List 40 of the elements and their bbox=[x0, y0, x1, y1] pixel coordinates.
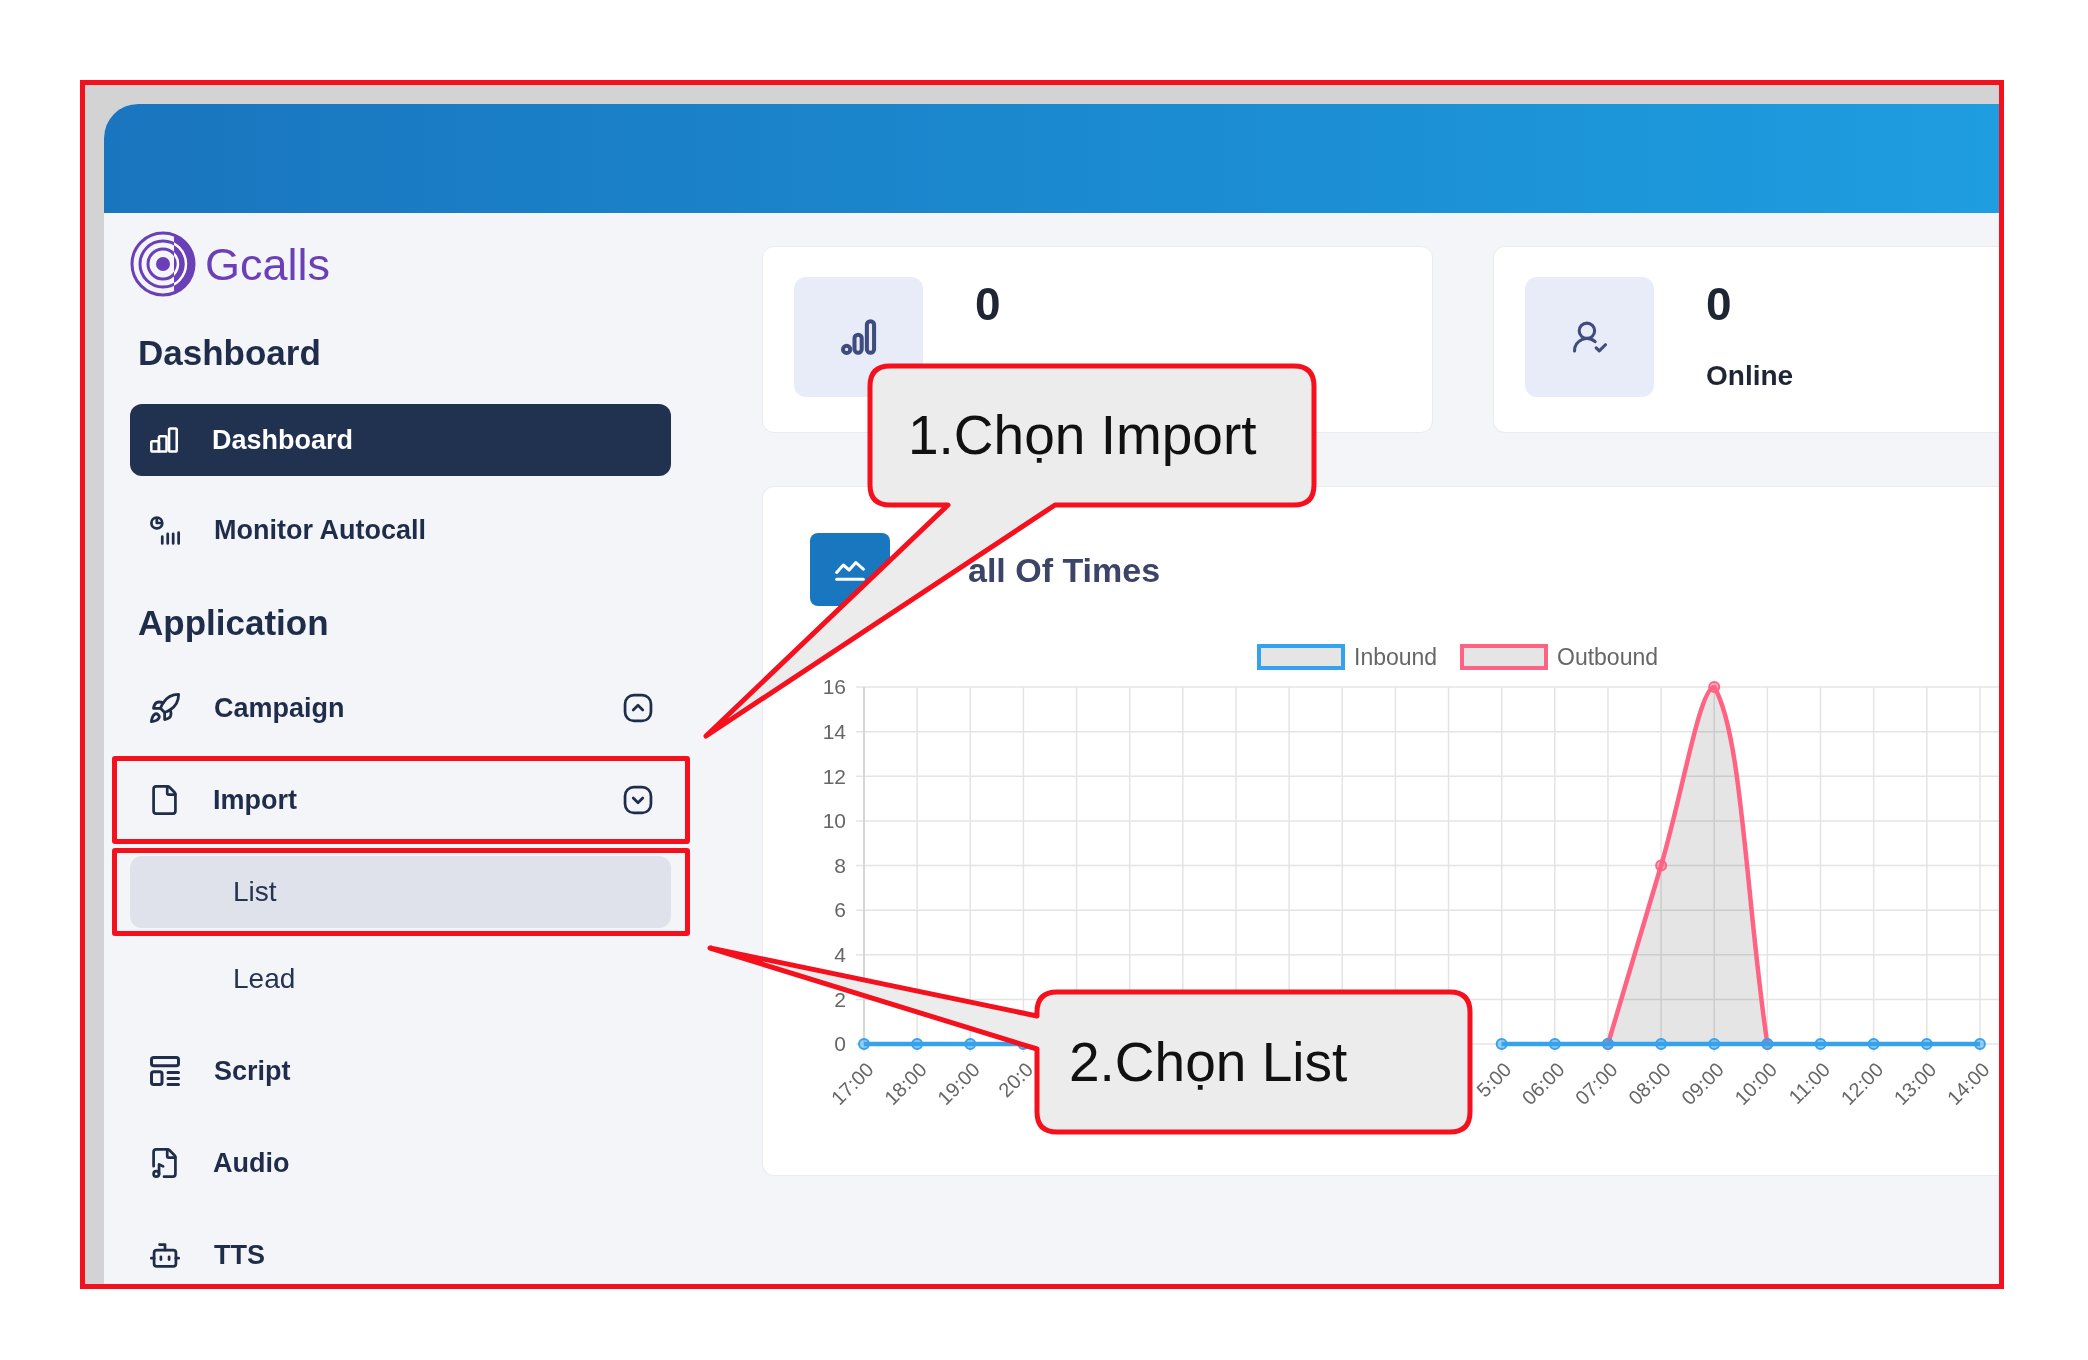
user-check-icon bbox=[1525, 277, 1654, 397]
section-heading: Application bbox=[137, 602, 330, 644]
axis-label: 4 bbox=[834, 943, 846, 967]
axis-label: 6 bbox=[834, 898, 846, 922]
sidebar-item[interactable]: Script bbox=[130, 1035, 671, 1107]
rocket-icon bbox=[150, 693, 180, 723]
logo-icon bbox=[130, 231, 196, 297]
sidebar-item[interactable]: Dashboard bbox=[130, 404, 671, 476]
axis-label: 5:00 bbox=[1472, 1058, 1516, 1102]
legend-label: Outbound bbox=[1557, 644, 1659, 671]
bar-chart-icon bbox=[150, 427, 178, 453]
file-icon bbox=[152, 785, 177, 815]
axis-label: 16 bbox=[822, 675, 846, 699]
sidebar-item[interactable]: Import bbox=[130, 764, 671, 836]
robot-icon bbox=[150, 1242, 180, 1268]
section-heading: Dashboard bbox=[137, 332, 322, 374]
logo-text: Gcalls bbox=[205, 241, 331, 287]
sidebar-item[interactable]: Campaign bbox=[130, 672, 671, 744]
clock-bars-icon bbox=[150, 515, 180, 545]
submenu-item[interactable]: Lead bbox=[130, 943, 671, 1015]
stat-value: 0 bbox=[1706, 281, 1732, 327]
submenu-item[interactable]: List bbox=[130, 856, 671, 928]
legend-label: Inbound bbox=[1354, 644, 1438, 671]
sidebar-item[interactable]: Monitor Autocall bbox=[130, 494, 671, 566]
axis-label: 0 bbox=[834, 1032, 846, 1056]
callout-text: 2.Chọn List bbox=[1069, 1034, 1348, 1090]
chevron-up-icon[interactable] bbox=[623, 693, 653, 723]
music-file-icon bbox=[152, 1148, 177, 1178]
stat-label: Online bbox=[1706, 359, 1794, 393]
axis-label: 2 bbox=[834, 987, 846, 1011]
chevron-down-icon[interactable] bbox=[623, 785, 653, 815]
chart-title: all Of Times bbox=[968, 549, 1161, 590]
axis-label: 14 bbox=[822, 719, 846, 743]
layout-icon bbox=[150, 1056, 180, 1086]
axis-label: 12 bbox=[822, 764, 846, 788]
sidebar-item[interactable]: TTS bbox=[130, 1219, 671, 1284]
axis-label: 8 bbox=[834, 853, 846, 877]
sidebar-item[interactable]: Audio bbox=[130, 1127, 671, 1199]
axis-label: 10 bbox=[822, 809, 846, 833]
stat-value: 0 bbox=[975, 281, 1001, 327]
